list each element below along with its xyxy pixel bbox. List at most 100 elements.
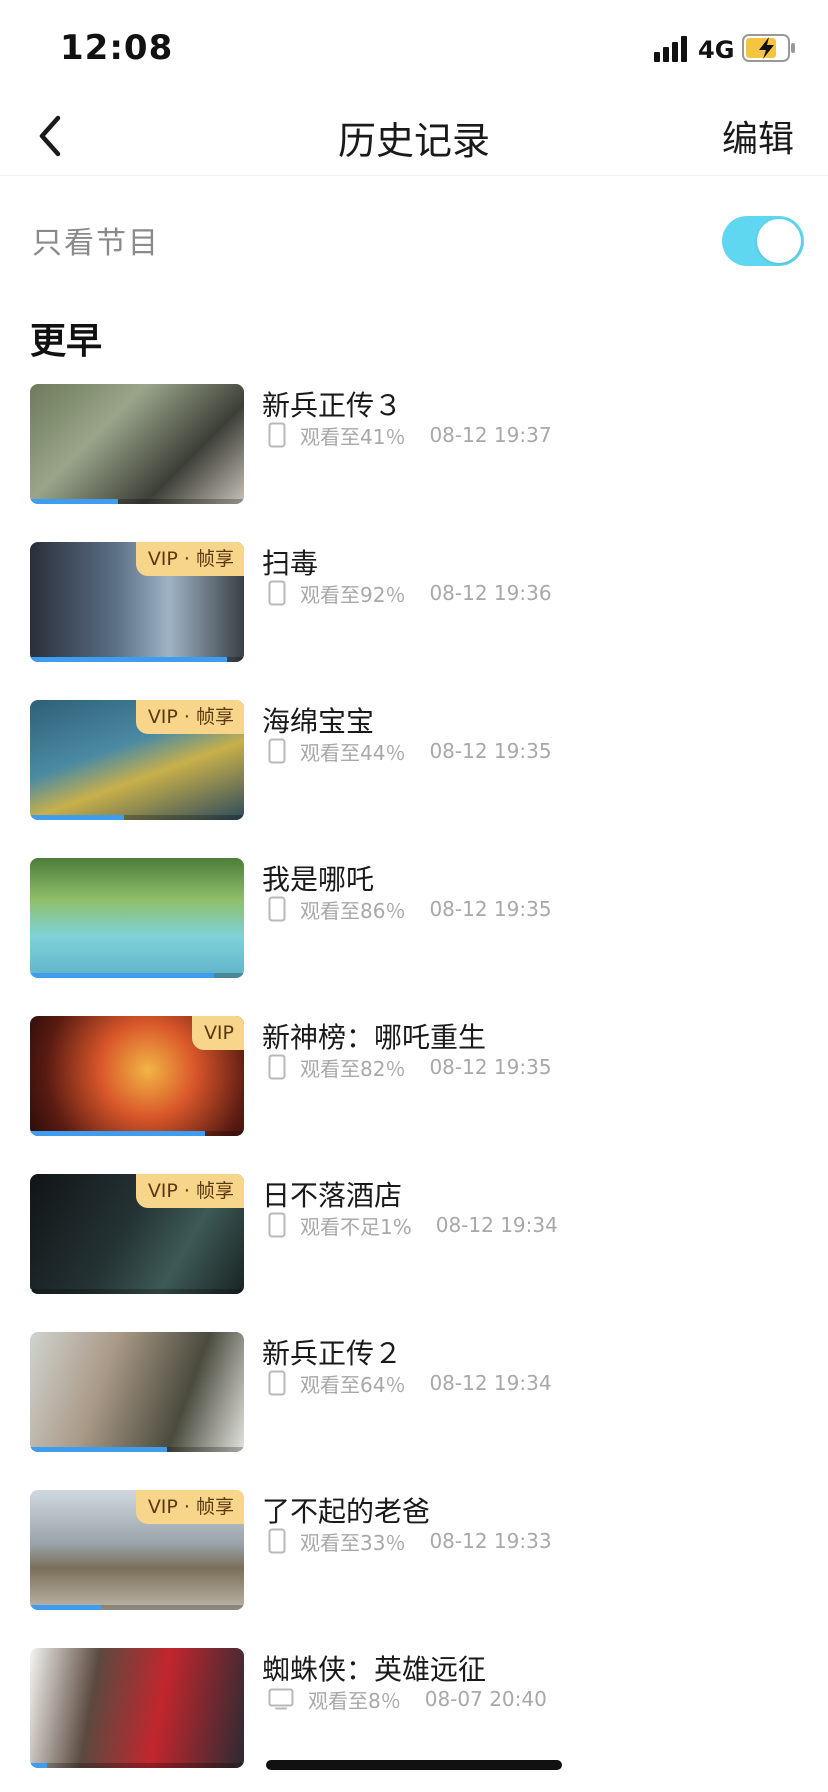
watch-progress-bar: [30, 1289, 244, 1294]
watch-time: 08-12 19:34: [429, 1371, 552, 1395]
video-meta: 观看至92％ 08-12 19:36: [268, 578, 552, 608]
signal-icon: [654, 36, 687, 62]
watch-progress-text: 观看至8％: [308, 1688, 401, 1713]
watch-progress-bar: [30, 1447, 244, 1452]
video-title: 新神榜：哪吒重生: [262, 1021, 487, 1054]
watch-time: 08-12 19:35: [429, 1055, 552, 1079]
watch-time: 08-12 19:35: [429, 739, 552, 763]
watch-progress-bar: [30, 815, 244, 820]
watch-time: 08-07 20:40: [424, 1687, 547, 1711]
watch-progress-fill: [30, 1289, 33, 1294]
video-thumbnail[interactable]: [30, 858, 244, 978]
watch-progress-text: 观看至44％: [300, 740, 406, 765]
shows-only-toggle[interactable]: [722, 216, 804, 266]
filter-label: 只看节目: [32, 226, 160, 261]
watch-progress-text: 观看至33％: [300, 1530, 406, 1555]
video-title: 新兵正传２: [262, 1337, 403, 1370]
video-title: 我是哪吒: [262, 863, 375, 896]
status-time: 12:08: [60, 28, 174, 68]
phone-icon: [268, 1212, 286, 1238]
watch-progress-text: 观看不足1%: [300, 1214, 412, 1239]
watch-time: 08-12 19:36: [429, 581, 552, 605]
watch-progress-fill: [30, 1131, 206, 1136]
video-thumbnail[interactable]: VIP · 帧享: [30, 542, 244, 662]
thumbnail-image: [30, 1648, 244, 1768]
watch-progress-bar: [30, 973, 244, 978]
phone-icon: [268, 738, 286, 764]
watch-progress-fill: [30, 1763, 48, 1768]
watch-progress-bar: [30, 1131, 244, 1136]
video-thumbnail[interactable]: VIP · 帧享: [30, 1490, 244, 1610]
watch-progress-fill: [30, 657, 227, 662]
phone-icon: [268, 1054, 286, 1080]
watch-progress-text: 观看至92％: [300, 582, 406, 607]
video-meta: 观看至82％ 08-12 19:35: [268, 1052, 552, 1082]
edit-button[interactable]: 编辑: [722, 110, 794, 162]
video-meta: 观看至41％ 08-12 19:37: [268, 420, 552, 450]
watch-progress-fill: [30, 1605, 101, 1610]
video-meta: 观看至64％ 08-12 19:34: [268, 1368, 552, 1398]
video-title: 日不落酒店: [262, 1179, 403, 1212]
video-thumbnail[interactable]: [30, 1332, 244, 1452]
history-item[interactable]: 新兵正传２ 观看至64％ 08-12 19:34: [0, 1332, 828, 1490]
video-thumbnail[interactable]: [30, 1648, 244, 1768]
watch-progress-bar: [30, 657, 244, 662]
watch-time: 08-12 19:35: [429, 897, 552, 921]
watch-progress-fill: [30, 973, 215, 978]
watch-time: 08-12 19:34: [435, 1213, 558, 1237]
phone-icon: [268, 580, 286, 606]
history-page: 12:08 4G 历史记录 编辑 只看节目 更早 新兵正传３ 观看至41％ 08-: [0, 0, 828, 1792]
video-meta: 观看至44％ 08-12 19:35: [268, 736, 552, 766]
nav-bar: 历史记录 编辑: [0, 96, 828, 176]
phone-icon: [268, 422, 286, 448]
vip-badge: VIP · 帧享: [135, 700, 244, 734]
thumbnail-image: [30, 858, 244, 978]
watch-progress-fill: [30, 499, 118, 504]
watch-time: 08-12 19:33: [429, 1529, 552, 1553]
watch-progress-text: 观看至41％: [300, 424, 406, 449]
vip-badge: VIP · 帧享: [135, 542, 244, 576]
watch-progress-fill: [30, 1447, 167, 1452]
history-item[interactable]: VIP · 帧享 了不起的老爸 观看至33％ 08-12 19:33: [0, 1490, 828, 1648]
history-item[interactable]: VIP 新神榜：哪吒重生 观看至82％ 08-12 19:35: [0, 1016, 828, 1174]
video-title: 了不起的老爸: [262, 1495, 431, 1528]
page-title: 历史记录: [337, 119, 490, 163]
watch-progress-fill: [30, 815, 125, 820]
history-item[interactable]: VIP · 帧享 日不落酒店 观看不足1% 08-12 19:34: [0, 1174, 828, 1332]
video-title: 扫毒: [262, 547, 319, 580]
video-thumbnail[interactable]: VIP · 帧享: [30, 700, 244, 820]
video-title: 蜘蛛侠：英雄远征: [262, 1653, 487, 1686]
phone-icon: [268, 1370, 286, 1396]
home-indicator: [266, 1760, 562, 1770]
thumbnail-image: [30, 384, 244, 504]
vip-badge: VIP · 帧享: [135, 1174, 244, 1208]
history-item[interactable]: 蜘蛛侠：英雄远征 观看至8％ 08-07 20:40: [0, 1648, 828, 1792]
watch-progress-text: 观看至86％: [300, 898, 406, 923]
phone-icon: [268, 896, 286, 922]
history-item[interactable]: 我是哪吒 观看至86％ 08-12 19:35: [0, 858, 828, 1016]
video-thumbnail[interactable]: [30, 384, 244, 504]
watch-progress-text: 观看至64％: [300, 1372, 406, 1397]
video-thumbnail[interactable]: VIP · 帧享: [30, 1174, 244, 1294]
battery-charging-icon: [742, 34, 795, 62]
video-thumbnail[interactable]: VIP: [30, 1016, 244, 1136]
filter-row: 只看节目: [0, 200, 828, 280]
watch-progress-text: 观看至82％: [300, 1056, 406, 1081]
history-list: 新兵正传３ 观看至41％ 08-12 19:37 VIP · 帧享 扫毒 观看至92％ 08…: [0, 384, 828, 1792]
section-header: 更早: [30, 321, 103, 362]
chevron-left-icon: [39, 115, 61, 157]
history-item[interactable]: VIP · 帧享 海绵宝宝 观看至44％ 08-12 19:35: [0, 700, 828, 858]
video-title: 新兵正传３: [262, 389, 403, 422]
history-item[interactable]: 新兵正传３ 观看至41％ 08-12 19:37: [0, 384, 828, 542]
back-button[interactable]: [24, 106, 84, 166]
video-meta: 观看至33％ 08-12 19:33: [268, 1526, 552, 1556]
vip-badge: VIP · 帧享: [135, 1490, 244, 1524]
video-meta: 观看至8％ 08-07 20:40: [268, 1684, 547, 1714]
video-title: 海绵宝宝: [262, 705, 375, 738]
watch-time: 08-12 19:37: [429, 423, 552, 447]
network-type: 4G: [698, 36, 735, 64]
history-item[interactable]: VIP · 帧享 扫毒 观看至92％ 08-12 19:36: [0, 542, 828, 700]
watch-progress-bar: [30, 499, 244, 504]
video-meta: 观看不足1% 08-12 19:34: [268, 1210, 558, 1240]
watch-progress-bar: [30, 1763, 244, 1768]
